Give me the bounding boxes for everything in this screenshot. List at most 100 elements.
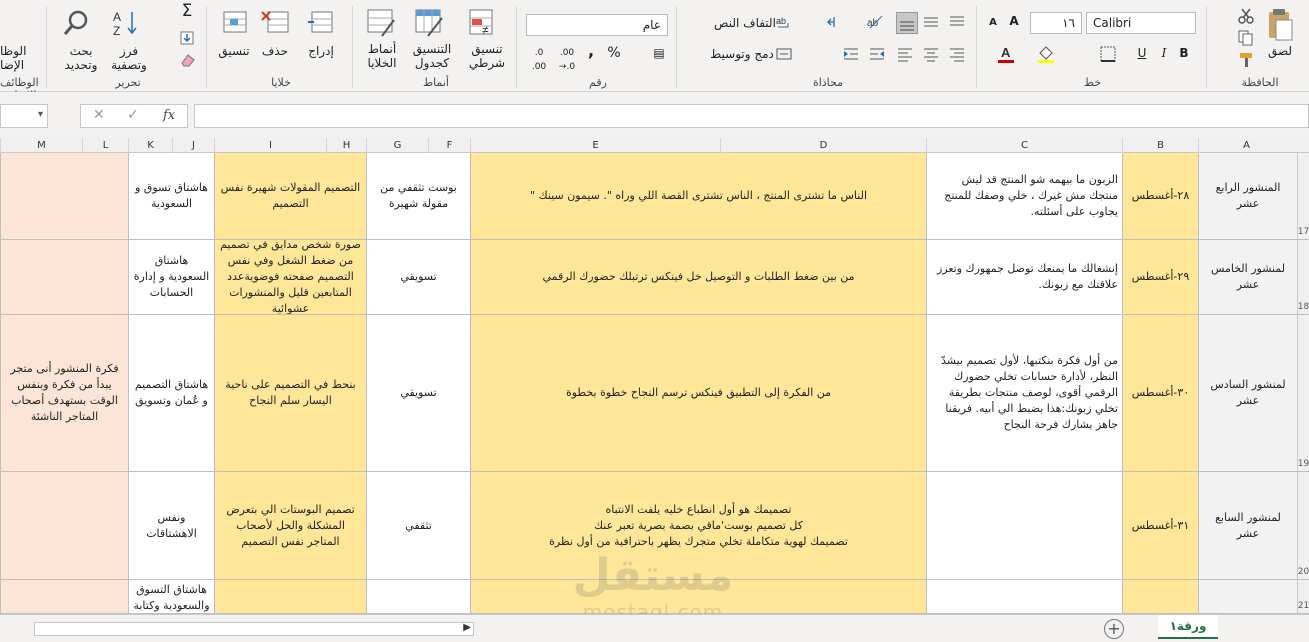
cell-B17[interactable]: ٢٨-أغسطس: [1122, 153, 1198, 239]
sheet-tab-1[interactable]: ورقة١: [1158, 615, 1218, 639]
cell-E18[interactable]: من بين ضغط الطلبات و التوصيل خل فينكس تر…: [470, 240, 926, 314]
cell-E17[interactable]: الناس ما تشترى المنتج ، الناس تشترى القص…: [470, 153, 926, 239]
chevron-down-icon[interactable]: ▾: [38, 109, 43, 120]
rtl-direction-icon[interactable]: [822, 14, 840, 30]
cell-M18[interactable]: [0, 240, 128, 314]
find-select-button[interactable]: بحث وتحديد: [56, 44, 106, 72]
cell-C17[interactable]: الزبون ما بيهمه شو المنتج قد ليش منتجك م…: [926, 153, 1122, 239]
fill-icon[interactable]: [180, 30, 194, 45]
cell-M21[interactable]: [0, 580, 128, 613]
delete-button[interactable]: حذف: [260, 44, 290, 58]
insert-cells-icon[interactable]: [306, 8, 336, 38]
add-sheet-icon[interactable]: +: [1104, 619, 1124, 639]
column-header-I[interactable]: I: [214, 138, 326, 153]
cell-A21[interactable]: [1198, 580, 1297, 613]
merge-center-button[interactable]: دمج وتوسيط: [710, 47, 774, 61]
find-select-icon[interactable]: [62, 8, 92, 38]
cell-A17[interactable]: المنشور الرابع عشر: [1198, 153, 1297, 239]
format-as-table-icon[interactable]: [414, 8, 444, 38]
column-header-F[interactable]: F: [428, 138, 470, 153]
cell-K21[interactable]: هاشتاق التسوق والسعودية وكتابة: [128, 580, 214, 613]
cell-K20[interactable]: ونفس الاهشتاقات: [128, 472, 214, 579]
cell-M17[interactable]: [0, 153, 128, 239]
cell-G19[interactable]: تسويقي: [366, 315, 470, 471]
cell-B18[interactable]: ٢٩-أغسطس: [1122, 240, 1198, 314]
cancel-icon[interactable]: ✕: [93, 107, 105, 123]
column-header-K[interactable]: K: [128, 138, 172, 153]
decrease-font-icon[interactable]: A: [984, 16, 1002, 30]
italic-icon[interactable]: I: [1156, 46, 1172, 60]
cell-K19[interactable]: هاشتاق التصميم و عُمان وتسويق: [128, 315, 214, 471]
name-box[interactable]: ▾: [0, 104, 48, 128]
horizontal-scrollbar[interactable]: ▶: [34, 622, 474, 636]
column-header-L[interactable]: L: [82, 138, 128, 153]
insert-function-icon[interactable]: fx: [163, 108, 175, 123]
comma-style-icon[interactable]: ,: [584, 43, 598, 59]
cell-C19[interactable]: من أول فكرة بنكتبها، لأول تصميم بيشدّ ال…: [926, 315, 1122, 471]
insert-button[interactable]: إدراج: [304, 44, 338, 58]
cell-C20[interactable]: [926, 472, 1122, 579]
scroll-right-icon[interactable]: ▶: [463, 622, 471, 633]
decrease-indent-icon[interactable]: [842, 46, 860, 62]
cell-A19[interactable]: لمنشور السادس عشر: [1198, 315, 1297, 471]
fill-color-icon[interactable]: [1036, 44, 1056, 64]
row-header-20[interactable]: 20: [1297, 472, 1309, 579]
font-name-combo[interactable]: Calibri: [1086, 12, 1196, 34]
paste-button[interactable]: لصق: [1262, 44, 1298, 58]
format-cells-icon[interactable]: [220, 8, 250, 38]
sort-filter-icon[interactable]: AZ: [112, 8, 142, 38]
row-header-19[interactable]: 19: [1297, 315, 1309, 471]
column-header-A[interactable]: A: [1198, 138, 1294, 153]
align-center-icon[interactable]: [922, 46, 940, 62]
accounting-format-icon[interactable]: ▤: [650, 46, 668, 60]
column-header-M[interactable]: M: [0, 138, 82, 153]
cell-K18[interactable]: هاشتاق السعودية و إدارة الحسابات: [128, 240, 214, 314]
merge-center-icon[interactable]: [776, 46, 792, 62]
cell-C18[interactable]: إنشغالك ما يمنعك توصل جمهورك وتعزز علاقت…: [926, 240, 1122, 314]
column-header-E[interactable]: E: [470, 138, 720, 153]
cell-G18[interactable]: تسويقي: [366, 240, 470, 314]
underline-icon[interactable]: U: [1134, 46, 1150, 60]
cell-B20[interactable]: ٣١-أغسطس: [1122, 472, 1198, 579]
format-button[interactable]: تنسيق: [214, 44, 254, 58]
align-bottom-icon[interactable]: [896, 12, 918, 34]
delete-cells-icon[interactable]: [260, 8, 290, 38]
conditional-format-button[interactable]: تنسيق شرطي: [462, 42, 512, 70]
align-top-icon[interactable]: [948, 14, 966, 30]
addins-button-line2[interactable]: الإضا: [0, 58, 28, 72]
cell-G21[interactable]: [366, 580, 470, 613]
row-header-17[interactable]: 17: [1297, 153, 1309, 239]
cell-B21[interactable]: [1122, 580, 1198, 613]
column-header-J[interactable]: J: [172, 138, 214, 153]
increase-font-icon[interactable]: A: [1004, 14, 1024, 28]
cell-G17[interactable]: بوست تثقفي من مقولة شهيرة: [366, 153, 470, 239]
column-header-C[interactable]: C: [926, 138, 1122, 153]
cell-I18[interactable]: صورة شخص مدايق في تصميم من ضغط الشغل وفي…: [214, 240, 366, 314]
orientation-icon[interactable]: ab: [866, 14, 884, 30]
cell-styles-icon[interactable]: [366, 8, 396, 38]
sort-filter-button[interactable]: فرز وتصفية: [104, 44, 154, 72]
cell-I17[interactable]: التصميم المقولات شهيرة نفس التصميم: [214, 153, 366, 239]
cell-M19[interactable]: فكرة المنشور أنى متجر يبدأ من فكرة وبنفس…: [0, 315, 128, 471]
cell-G20[interactable]: تثقفي: [366, 472, 470, 579]
column-header-D[interactable]: D: [720, 138, 926, 153]
cell-I19[interactable]: بنحط في التصميم على ناحية اليسار سلم الن…: [214, 315, 366, 471]
bold-icon[interactable]: B: [1176, 46, 1192, 60]
formula-input[interactable]: [194, 104, 1309, 128]
row-header-18[interactable]: 18: [1297, 240, 1309, 314]
number-format-combo[interactable]: عام: [526, 14, 668, 36]
cell-A20[interactable]: لمنشور السابع عشر: [1198, 472, 1297, 579]
column-header-G[interactable]: G: [366, 138, 428, 153]
cell-styles-button[interactable]: أنماط الخلايا: [356, 42, 408, 70]
cut-icon[interactable]: [1238, 8, 1254, 24]
autosum-icon[interactable]: Σ: [178, 3, 196, 20]
cell-B19[interactable]: ٣٠-أغسطس: [1122, 315, 1198, 471]
cell-E19[interactable]: من الفكرة إلى التطبيق فينكس ترسم النجاح …: [470, 315, 926, 471]
column-header-B[interactable]: B: [1122, 138, 1198, 153]
format-as-table-button[interactable]: التنسيق كجدول: [406, 42, 458, 70]
percent-style-icon[interactable]: %: [606, 46, 622, 60]
row-header-21[interactable]: 21: [1297, 580, 1309, 613]
enter-icon[interactable]: ✓: [127, 107, 139, 123]
increase-indent-icon[interactable]: [868, 46, 886, 62]
wrap-text-button[interactable]: التفاف النص: [714, 16, 776, 30]
